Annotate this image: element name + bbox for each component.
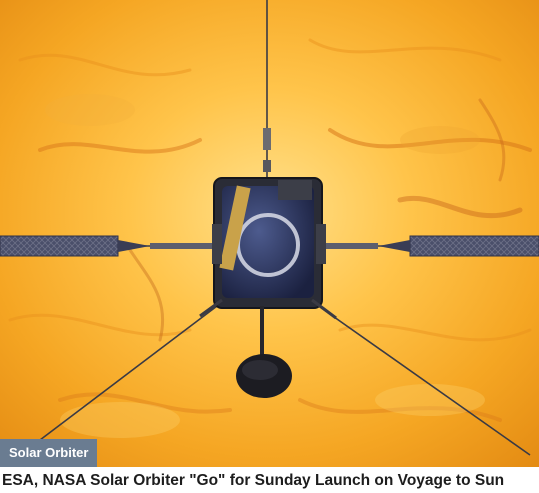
article-hero-image[interactable]	[0, 0, 539, 467]
article-headline[interactable]: ESA, NASA Solar Orbiter "Go" for Sunday …	[2, 470, 537, 493]
spacecraft-body	[199, 177, 337, 320]
antenna-mast-segment	[263, 128, 271, 150]
category-tag[interactable]: Solar Orbiter	[0, 439, 98, 467]
antenna-mast-segment	[263, 160, 271, 172]
article-card: Solar Orbiter ESA, NASA Solar Orbiter "G…	[0, 0, 539, 493]
solar-orbiter-illustration	[0, 0, 539, 467]
